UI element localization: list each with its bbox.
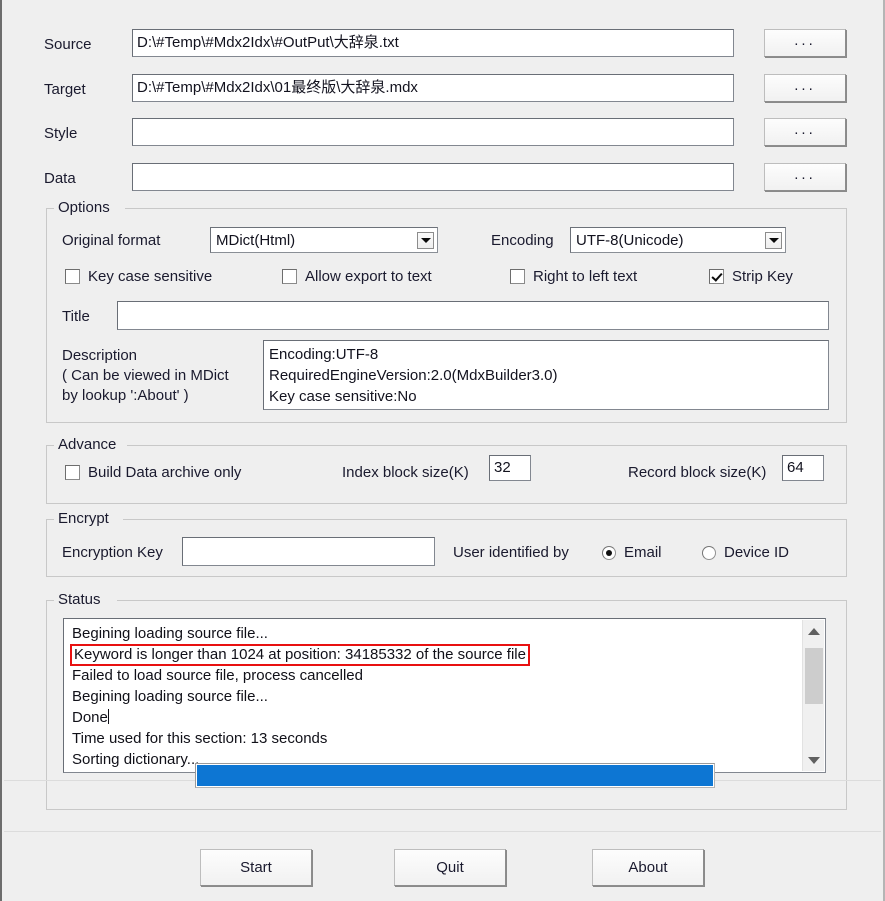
record-block-size-label: Record block size(K) [628,464,767,481]
advance-group-title: Advance [54,436,121,453]
description-label-line2: ( Can be viewed in MDict [62,367,229,384]
progress-bar [195,763,715,788]
data-browse-button[interactable]: ... [764,163,846,191]
quit-button[interactable]: Quit [394,849,506,886]
description-label-line3: by lookup ':About' ) [62,387,189,404]
status-log-line-with-caret: Done [70,707,797,728]
radio-email[interactable]: Email [602,544,662,561]
checkbox-box [65,465,80,480]
scrollbar-thumb[interactable] [805,648,823,704]
about-button[interactable]: About [592,849,704,886]
status-log-line-wrapper: Keyword is longer than 1024 at position:… [70,644,797,666]
status-log-scrollbar[interactable] [802,620,824,771]
checkbox-allow-export-to-text[interactable]: Allow export to text [282,268,432,285]
target-label: Target [44,81,86,98]
radio-box [702,545,716,560]
description-label-line1: Description [62,347,138,364]
encryption-key-input[interactable] [182,537,435,566]
checkbox-box [709,269,724,284]
checkbox-box [282,269,297,284]
source-label: Source [44,36,92,53]
status-log-line: Failed to load source file, process canc… [72,667,363,684]
status-log-lines: Begining loading source file... Keyword … [70,623,797,770]
user-identified-by-label: User identified by [453,544,569,561]
checkbox-build-data-archive-only[interactable]: Build Data archive only [65,464,241,481]
encoding-label: Encoding [491,232,554,249]
checkbox-label: Key case sensitive [88,268,213,285]
style-label: Style [44,125,78,142]
original-format-select[interactable]: MDict(Html) [210,227,438,253]
scroll-up-button[interactable] [803,620,824,642]
title-label: Title [62,308,90,325]
chevron-down-icon [420,237,431,243]
encoding-select[interactable]: UTF-8(Unicode) [570,227,786,253]
mdx-builder-window: Source D:\#Temp\#Mdx2Idx\#OutPut\大辞泉.txt… [0,0,885,901]
scroll-down-button[interactable] [803,749,824,771]
checkbox-label: Build Data archive only [88,464,242,481]
radio-box [602,545,616,560]
data-input[interactable] [132,163,734,191]
style-browse-button[interactable]: ... [764,118,846,146]
title-input[interactable] [117,301,829,330]
checkbox-right-to-left-text[interactable]: Right to left text [510,268,637,285]
original-format-value: MDict(Html) [216,231,296,249]
radio-device-id[interactable]: Device ID [702,544,789,561]
status-group-title: Status [54,591,105,608]
checkbox-label: Right to left text [533,268,638,285]
original-format-dropdown-button[interactable] [416,230,435,250]
target-browse-button[interactable]: ... [764,74,846,102]
status-log-line-text: Done [72,709,108,726]
status-log-line: Begining loading source file... [72,688,268,705]
checkbox-label: Strip Key [732,268,793,285]
checkbox-label: Allow export to text [305,268,432,285]
checkbox-box [510,269,525,284]
index-block-size-input[interactable]: 32 [489,455,531,481]
original-format-label: Original format [62,232,161,249]
status-log-textarea[interactable]: Begining loading source file... Keyword … [63,618,826,773]
progress-bar-fill [197,765,713,786]
status-log-line: Time used for this section: 13 seconds [72,730,328,747]
text-caret [107,709,109,724]
source-browse-button[interactable]: ... [764,29,846,57]
options-group-title: Options [54,199,114,216]
target-input[interactable]: D:\#Temp\#Mdx2Idx\01最终版\大辞泉.mdx [132,74,734,102]
data-label: Data [44,170,76,187]
radio-label: Email [624,544,662,561]
advance-group-border-right [127,445,846,446]
chevron-down-icon [807,756,820,764]
record-block-size-input[interactable]: 64 [782,455,824,481]
style-input[interactable] [132,118,734,146]
chevron-down-icon [768,237,779,243]
checkbox-key-case-sensitive[interactable]: Key case sensitive [65,268,212,285]
radio-label: Device ID [724,544,790,561]
index-block-size-label: Index block size(K) [342,464,469,481]
checkbox-strip-key[interactable]: Strip Key [709,268,793,285]
encoding-dropdown-button[interactable] [764,230,783,250]
source-input[interactable]: D:\#Temp\#Mdx2Idx\#OutPut\大辞泉.txt [132,29,734,57]
status-log-line: Begining loading source file... [72,625,268,642]
chevron-up-icon [807,627,820,635]
description-textarea[interactable]: Encoding:UTF-8 RequiredEngineVersion:2.0… [263,340,829,410]
status-group-border-right [117,600,846,601]
encoding-value: UTF-8(Unicode) [576,231,684,249]
encrypt-group-title: Encrypt [54,510,113,527]
start-button[interactable]: Start [200,849,312,886]
encryption-key-label: Encryption Key [62,544,163,561]
status-log-line-highlighted: Keyword is longer than 1024 at position:… [70,644,530,666]
encrypt-group-border-right [123,519,846,520]
divider-below-progress [4,831,881,832]
options-group-border-right [125,208,846,209]
checkbox-box [65,269,80,284]
